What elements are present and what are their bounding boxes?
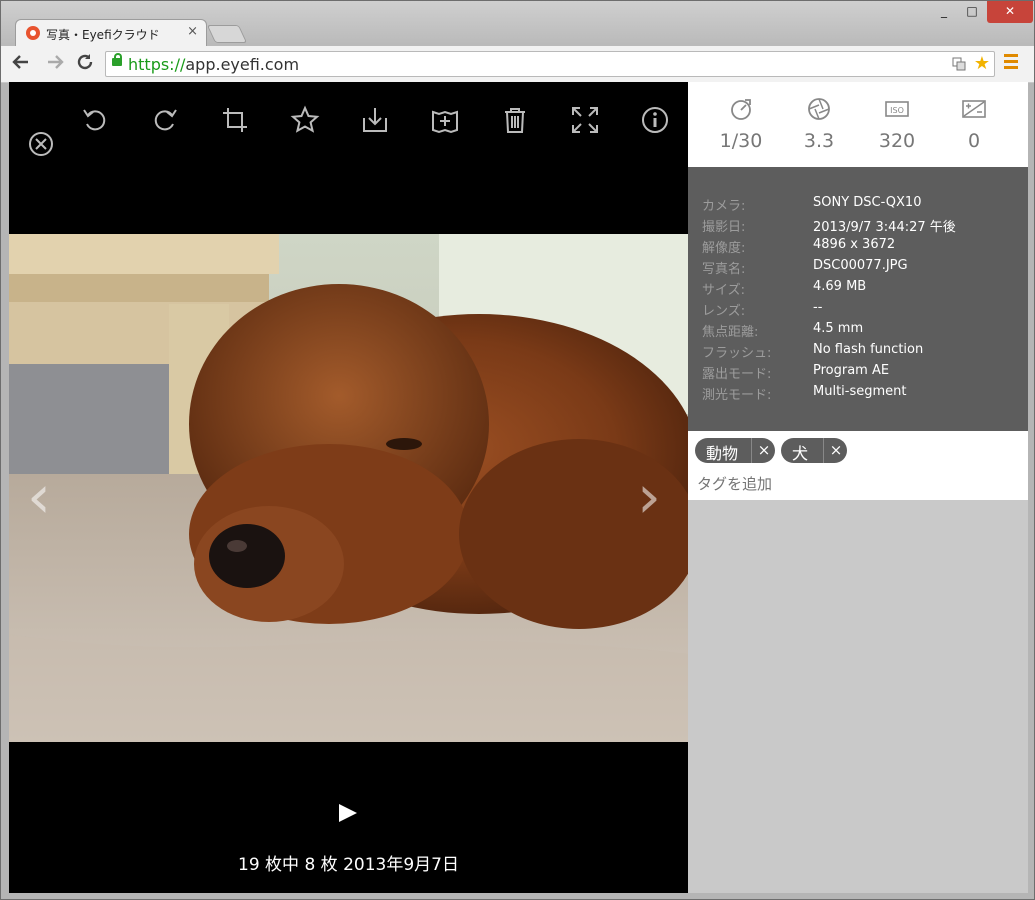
reload-icon[interactable]: [75, 52, 95, 77]
tags-panel: 動物 × 犬 ×: [688, 431, 1028, 500]
metadata-value: 2013/9/7 3:44:27 午後: [813, 220, 956, 235]
photo-viewer: ‹ › 19 枚中 8 枚 2013年9月7日: [9, 82, 688, 893]
metadata-value: Multi-segment: [813, 384, 907, 399]
metadata-value: No flash function: [813, 342, 924, 357]
metadata-key: 撮影日:: [702, 220, 746, 235]
forward-arrow-icon[interactable]: [45, 52, 65, 77]
crop-icon[interactable]: [219, 104, 251, 136]
photo-counter: 19 枚中 8 枚 2013年9月7日: [238, 855, 459, 875]
play-slideshow-icon[interactable]: [339, 804, 357, 822]
metadata-value: Program AE: [813, 363, 890, 378]
download-icon[interactable]: [359, 104, 391, 136]
dog-photo: [9, 234, 688, 742]
metadata-panel: カメラ: SONY DSC-QX10 撮影日: 2013/9/7 3:44:27 午後…: [688, 167, 1028, 431]
rotate-right-icon[interactable]: [149, 104, 181, 136]
iso-icon: ISO: [885, 101, 909, 117]
metadata-value: 4.69 MB: [813, 279, 867, 294]
previous-photo-arrow[interactable]: ‹: [27, 462, 51, 532]
metadata-key: フラッシュ:: [702, 346, 772, 361]
exposure-comp-icon: [962, 100, 986, 118]
metadata-key: 焦点距離:: [702, 325, 759, 340]
address-bar[interactable]: https://app.eyefi.com ★: [105, 51, 995, 77]
exposure-compensation: 0: [934, 96, 1014, 152]
metadata-value: 4896 x 3672: [813, 237, 896, 252]
eyefi-favicon-icon: [26, 26, 40, 40]
url-text[interactable]: https://app.eyefi.com: [128, 55, 299, 74]
star-icon[interactable]: [289, 104, 321, 136]
metadata-value: DSC00077.JPG: [813, 258, 908, 273]
metadata-value: SONY DSC-QX10: [813, 195, 922, 210]
metadata-value: 4.5 mm: [813, 321, 864, 336]
minimize-button[interactable]: _: [929, 1, 959, 23]
page-content: ‹ › 19 枚中 8 枚 2013年9月7日 1/30 3.3 ISO 320: [9, 82, 1028, 893]
lock-icon: [112, 53, 122, 66]
chrome-menu-icon[interactable]: [1004, 54, 1018, 72]
metadata-key: 解像度:: [702, 241, 746, 256]
exposure-summary: 1/30 3.3 ISO 320 0: [688, 82, 1028, 167]
info-icon[interactable]: [639, 104, 671, 136]
svg-text:ISO: ISO: [890, 106, 904, 115]
shutter-icon: [731, 99, 751, 120]
trash-icon[interactable]: [499, 104, 531, 136]
add-tag-input[interactable]: [697, 475, 1017, 493]
metadata-key: 測光モード:: [702, 388, 772, 403]
browser-toolbar: https://app.eyefi.com ★: [1, 46, 1034, 83]
maximize-button[interactable]: □: [957, 1, 987, 23]
next-photo-arrow[interactable]: ›: [637, 462, 661, 532]
aperture-icon: [808, 98, 830, 120]
metadata-value: --: [813, 300, 823, 315]
new-tab-button[interactable]: [206, 25, 248, 43]
metadata-key: 写真名:: [702, 262, 746, 277]
back-arrow-icon[interactable]: [11, 52, 31, 77]
tab-title: 写真・Eyefiクラウド: [46, 28, 160, 42]
close-circle-icon[interactable]: [27, 130, 55, 158]
translate-icon[interactable]: [952, 57, 966, 74]
metadata-key: カメラ:: [702, 199, 746, 214]
metadata-key: 露出モード:: [702, 367, 772, 382]
shutter-speed: 1/30: [701, 96, 781, 152]
aperture: 3.3: [779, 96, 859, 152]
metadata-key: サイズ:: [702, 283, 745, 298]
bookmark-star-icon[interactable]: ★: [974, 53, 990, 74]
info-panel: 1/30 3.3 ISO 320 0 カメラ: SONY DSC-QX10 撮影日:…: [688, 82, 1028, 893]
fullscreen-icon[interactable]: [569, 104, 601, 136]
browser-tab[interactable]: 写真・Eyefiクラウド ×: [15, 19, 207, 47]
title-bar: 写真・Eyefiクラウド × _ □ ✕: [1, 1, 1034, 47]
remove-tag-icon[interactable]: ×: [823, 438, 848, 463]
iso: ISO 320: [857, 96, 937, 152]
tag-chip: 動物 ×: [695, 438, 775, 463]
metadata-key: レンズ:: [702, 304, 746, 319]
remove-tag-icon[interactable]: ×: [751, 438, 776, 463]
rotate-left-icon[interactable]: [79, 104, 111, 136]
tag-chip: 犬 ×: [781, 438, 847, 463]
add-to-album-icon[interactable]: [429, 104, 461, 136]
browser-window: 写真・Eyefiクラウド × _ □ ✕ https://app.eyefi.c…: [0, 0, 1035, 900]
tab-close-icon[interactable]: ×: [187, 24, 198, 39]
window-close-button[interactable]: ✕: [987, 1, 1033, 23]
